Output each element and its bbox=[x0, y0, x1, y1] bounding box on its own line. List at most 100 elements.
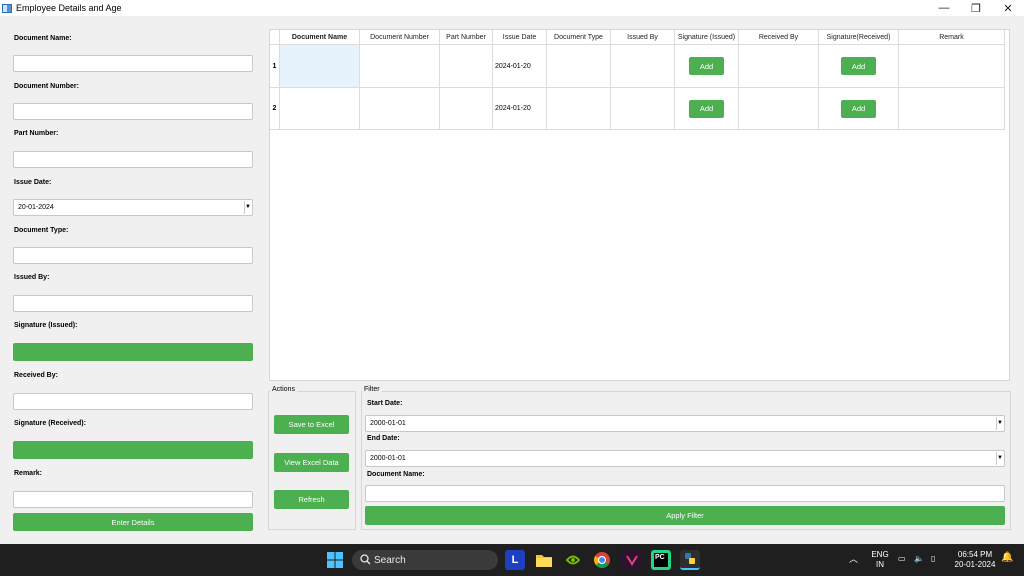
start-date-label: Start Date: bbox=[367, 400, 403, 407]
add-signature-issued-button[interactable]: Add bbox=[689, 57, 724, 75]
table-cell-signature-received: Add bbox=[819, 88, 899, 130]
chevron-down-icon[interactable]: ▼ bbox=[996, 417, 1003, 430]
clock-date: 20-01-2024 bbox=[954, 560, 996, 569]
column-header-document-name[interactable]: Document Name bbox=[280, 30, 360, 45]
display-icon[interactable]: ▭ bbox=[898, 554, 906, 564]
row-header[interactable]: 2 bbox=[270, 88, 280, 130]
column-header-remark[interactable]: Remark bbox=[899, 30, 1005, 45]
language-indicator[interactable]: ENG IN bbox=[868, 550, 892, 570]
table-cell-signature-issued: Add bbox=[675, 88, 739, 130]
language-bottom: IN bbox=[876, 560, 884, 569]
add-signature-received-button[interactable]: Add bbox=[841, 99, 876, 118]
file-explorer-icon[interactable] bbox=[534, 550, 554, 570]
table-cell-document-number[interactable] bbox=[360, 88, 440, 130]
add-signature-received-button[interactable]: Add bbox=[841, 57, 876, 75]
part-number-label: Part Number: bbox=[14, 130, 59, 137]
issued-by-label: Issued By: bbox=[14, 274, 50, 281]
table-cell-issue-date[interactable]: 2024-01-20 bbox=[493, 88, 547, 130]
column-header-signature-received[interactable]: Signature(Received) bbox=[819, 30, 899, 45]
chrome-icon[interactable] bbox=[592, 550, 612, 570]
nvidia-icon[interactable] bbox=[563, 550, 583, 570]
column-header-part-number[interactable]: Part Number bbox=[440, 30, 493, 45]
document-name-label: Document Name: bbox=[14, 35, 72, 42]
signature-received-button[interactable] bbox=[13, 441, 253, 459]
chevron-down-icon[interactable]: ▼ bbox=[996, 452, 1003, 465]
app-v-icon[interactable] bbox=[622, 550, 642, 570]
window-title: Employee Details and Age bbox=[16, 3, 122, 13]
signature-issued-button[interactable] bbox=[13, 343, 253, 361]
table-cell-document-name[interactable] bbox=[280, 45, 360, 88]
table-cell-received-by[interactable] bbox=[739, 88, 819, 130]
row-header[interactable]: 1 bbox=[270, 45, 280, 88]
entry-form: Document Name: Document Number: Part Num… bbox=[0, 16, 262, 536]
start-date-value: 2000-01-01 bbox=[370, 420, 406, 427]
document-type-input[interactable] bbox=[13, 247, 253, 264]
filter-title: Filter bbox=[362, 386, 382, 393]
table-cell-signature-received: Add bbox=[819, 45, 899, 88]
title-bar: Employee Details and Age — ❐ ✕ bbox=[0, 0, 1024, 16]
end-date-label: End Date: bbox=[367, 435, 400, 442]
table-cell-part-number[interactable] bbox=[440, 88, 493, 130]
part-number-input[interactable] bbox=[13, 151, 253, 168]
taskbar: Search L PC ︿ ENG IN ▭ 🔈 ▯ 06:54 PM 20-0… bbox=[0, 544, 1024, 576]
pycharm-icon[interactable]: PC bbox=[651, 550, 671, 570]
filter-document-name-label: Document Name: bbox=[367, 471, 425, 478]
remark-input[interactable] bbox=[13, 491, 253, 508]
end-date-value: 2000-01-01 bbox=[370, 455, 406, 462]
volume-icon[interactable]: 🔈 bbox=[914, 554, 924, 564]
chevron-up-icon[interactable]: ︿ bbox=[849, 554, 858, 564]
table-cell-document-name[interactable] bbox=[280, 88, 360, 130]
column-header-document-number[interactable]: Document Number bbox=[360, 30, 440, 45]
table-cell-received-by[interactable] bbox=[739, 45, 819, 88]
issued-by-input[interactable] bbox=[13, 295, 253, 312]
actions-title: Actions bbox=[270, 386, 297, 393]
battery-icon[interactable]: ▯ bbox=[931, 554, 935, 564]
close-button[interactable]: ✕ bbox=[992, 0, 1024, 16]
table-cell-document-type[interactable] bbox=[547, 45, 611, 88]
window-controls: — ❐ ✕ bbox=[928, 0, 1024, 16]
column-header-document-type[interactable]: Document Type bbox=[547, 30, 611, 45]
column-header-issued-by[interactable]: Issued By bbox=[611, 30, 675, 45]
clock[interactable]: 06:54 PM 20-01-2024 bbox=[952, 550, 998, 570]
clock-time: 06:54 PM bbox=[957, 550, 993, 559]
end-date-picker[interactable]: 2000-01-01 ▼ bbox=[365, 450, 1005, 467]
column-header-issue-date[interactable]: Issue Date bbox=[493, 30, 547, 45]
issue-date-label: Issue Date: bbox=[14, 179, 52, 186]
documents-table[interactable]: Document Name Document Number Part Numbe… bbox=[269, 29, 1010, 381]
column-header-signature-issued[interactable]: Signature (Issued) bbox=[675, 30, 739, 45]
table-cell-document-type[interactable] bbox=[547, 88, 611, 130]
windows-start-icon[interactable] bbox=[326, 551, 344, 569]
column-header-received-by[interactable]: Received By bbox=[739, 30, 819, 45]
received-by-input[interactable] bbox=[13, 393, 253, 410]
signature-issued-label: Signature (Issued): bbox=[14, 322, 78, 329]
save-to-excel-button[interactable]: Save to Excel bbox=[274, 415, 349, 434]
add-signature-issued-button[interactable]: Add bbox=[689, 99, 724, 118]
document-number-input[interactable] bbox=[13, 103, 253, 120]
refresh-button[interactable]: Refresh bbox=[274, 490, 349, 509]
filter-document-name-input[interactable] bbox=[365, 485, 1005, 502]
python-app-icon[interactable] bbox=[680, 550, 700, 570]
start-date-picker[interactable]: 2000-01-01 ▼ bbox=[365, 415, 1005, 432]
language-top: ENG bbox=[871, 550, 889, 559]
table-cell-remark[interactable] bbox=[899, 88, 1005, 130]
chevron-down-icon[interactable]: ▼ bbox=[244, 201, 251, 214]
view-excel-data-button[interactable]: View Excel Data bbox=[274, 453, 349, 472]
app-icon bbox=[2, 3, 12, 13]
enter-details-button[interactable]: Enter Details bbox=[13, 513, 253, 531]
taskbar-search[interactable]: Search bbox=[352, 550, 498, 570]
restore-button[interactable]: ❐ bbox=[960, 0, 992, 16]
table-cell-issued-by[interactable] bbox=[611, 45, 675, 88]
minimize-button[interactable]: — bbox=[928, 0, 960, 16]
table-cell-remark[interactable] bbox=[899, 45, 1005, 88]
remark-label: Remark: bbox=[14, 470, 43, 477]
table-cell-issued-by[interactable] bbox=[611, 88, 675, 130]
app-l-icon[interactable]: L bbox=[505, 550, 525, 570]
table-cell-document-number[interactable] bbox=[360, 45, 440, 88]
apply-filter-button[interactable]: Apply Filter bbox=[365, 506, 1005, 525]
document-name-input[interactable] bbox=[13, 55, 253, 72]
issue-date-picker[interactable]: 20-01-2024 ▼ bbox=[13, 199, 253, 216]
table-cell-part-number[interactable] bbox=[440, 45, 493, 88]
notification-icon[interactable]: 🔔 bbox=[1001, 553, 1013, 563]
table-cell-issue-date[interactable]: 2024-01-20 bbox=[493, 45, 547, 88]
document-number-label: Document Number: bbox=[14, 83, 79, 90]
